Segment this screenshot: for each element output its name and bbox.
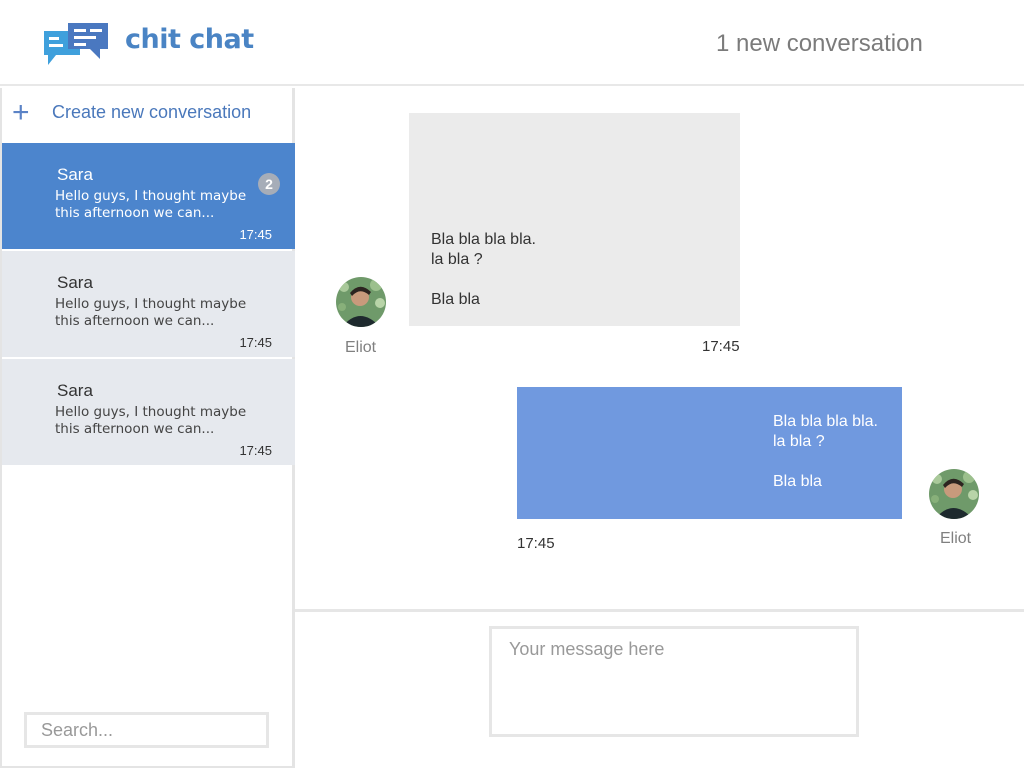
incoming-message-bubble: Bla bla bla bla. la bla ? Bla bla: [409, 113, 740, 326]
conversation-time: 17:45: [239, 443, 272, 458]
message-text: Bla bla bla bla. la bla ? Bla bla: [773, 413, 878, 490]
message-author: Eliot: [345, 339, 377, 356]
outgoing-message-bubble: Bla bla bla bla. la bla ? Bla bla: [517, 387, 902, 519]
conversation-name: Sara: [57, 165, 93, 184]
conversation-preview: Hello guys, I thought maybe this afterno…: [55, 188, 247, 221]
conversation-time: 17:45: [239, 227, 272, 242]
search-input[interactable]: [24, 712, 269, 748]
conversation-name: Sara: [57, 381, 93, 400]
conversation-item[interactable]: Sara Hello guys, I thought maybe this af…: [2, 359, 295, 465]
message-author: Eliot: [940, 530, 972, 547]
conversation-name: Sara: [57, 273, 93, 292]
create-conversation-label: Create new conversation: [52, 102, 252, 122]
chat-logo-icon: [44, 23, 108, 65]
message-input[interactable]: [489, 626, 859, 737]
chat-divider: [295, 609, 1024, 612]
plus-icon: +: [12, 96, 30, 129]
conversation-item[interactable]: Sara Hello guys, I thought maybe this af…: [2, 143, 295, 249]
message-time: 17:45: [702, 338, 740, 355]
unread-badge: 2: [258, 173, 280, 195]
message-text: Bla bla bla bla. la bla ? Bla bla: [431, 231, 536, 308]
brand-name: chit chat: [125, 24, 254, 55]
avatar[interactable]: [929, 469, 979, 519]
conversation-preview: Hello guys, I thought maybe this afterno…: [55, 296, 247, 329]
chat-area: Eliot Bla bla bla bla. la bla ? Bla bla …: [295, 88, 1024, 609]
new-conversation-notification[interactable]: 1 new conversation: [716, 30, 923, 58]
conversation-preview: Hello guys, I thought maybe this afterno…: [55, 404, 247, 437]
conversation-time: 17:45: [239, 335, 272, 350]
create-conversation-button[interactable]: + Create new conversation: [2, 88, 292, 142]
message-time: 17:45: [517, 535, 555, 552]
app-header: chit chat 1 new conversation: [0, 0, 1024, 86]
conversation-sidebar: + Create new conversation Sara Hello guy…: [0, 88, 295, 768]
avatar[interactable]: [336, 277, 386, 327]
avatar-photo-icon: [929, 469, 979, 519]
conversation-item[interactable]: Sara Hello guys, I thought maybe this af…: [2, 251, 295, 357]
avatar-photo-icon: [336, 277, 386, 327]
